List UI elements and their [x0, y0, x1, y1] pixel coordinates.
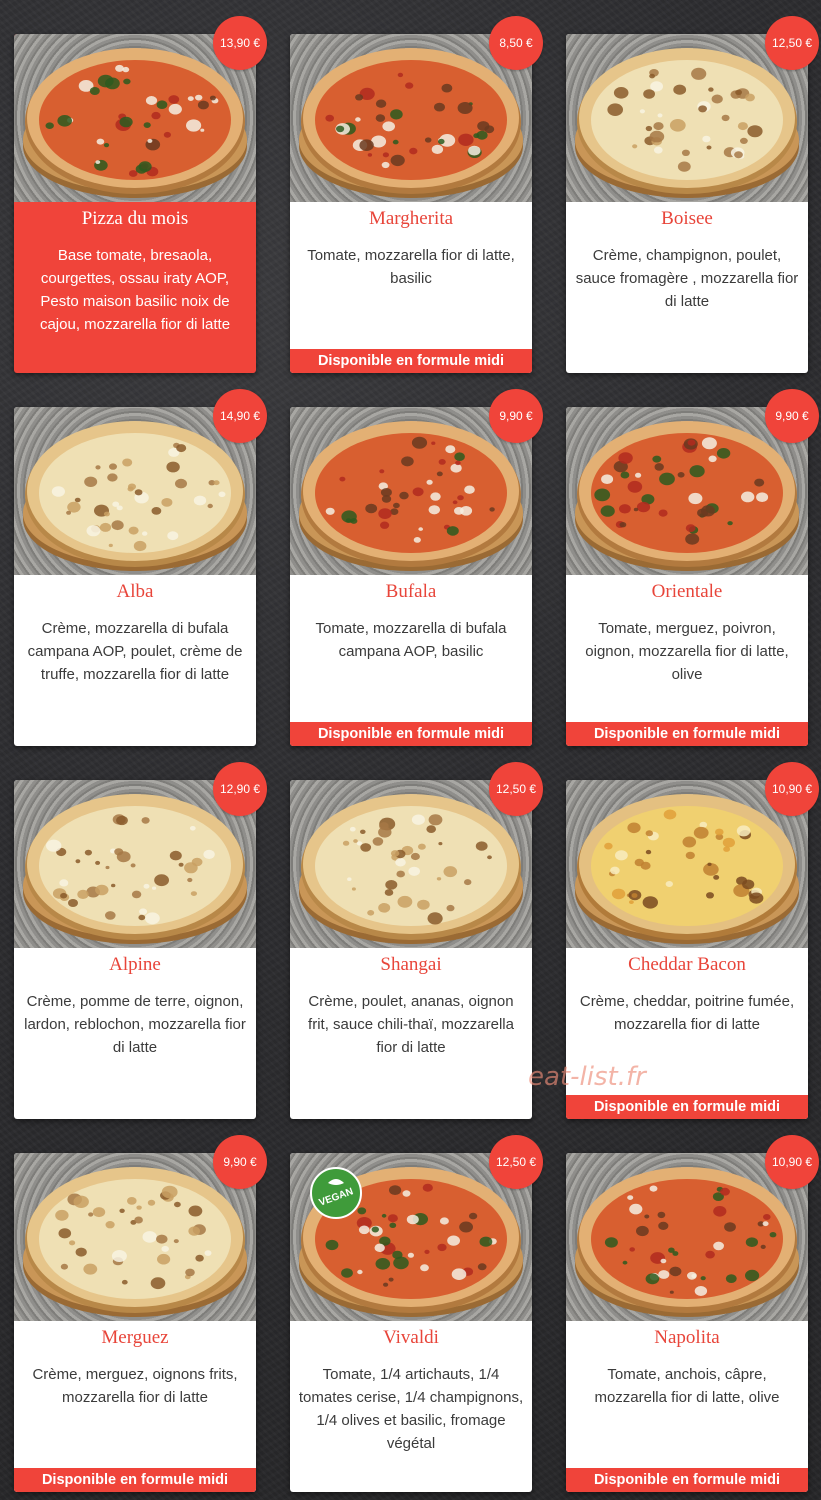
- price-badge: 9,90 €: [489, 389, 543, 443]
- price-badge: 12,50 €: [489, 1135, 543, 1189]
- price-badge: 13,90 €: [213, 16, 267, 70]
- pizza-card-napolita[interactable]: 10,90 € Napolita Tomate, anchois, câpre,…: [566, 1135, 819, 1492]
- price-badge: 10,90 €: [765, 762, 819, 816]
- pizza-name: Pizza du mois: [81, 208, 189, 229]
- pizza-name: Orientale: [651, 581, 723, 602]
- formule-midi-banner: Disponible en formule midi: [290, 722, 532, 746]
- pizza-name: Alba: [116, 581, 154, 602]
- pizza-description: Crème, mozzarella di bufala campana AOP,…: [27, 620, 243, 683]
- pizza-description: Crème, cheddar, poitrine fumée, mozzarel…: [579, 993, 795, 1033]
- price-badge: 12,50 €: [765, 16, 819, 70]
- pizza-name: Margherita: [368, 208, 454, 229]
- pizza-description: Crème, merguez, oignons frits, mozzarell…: [32, 1366, 238, 1406]
- pizza-description: Tomate, 1/4 artichauts, 1/4 tomates ceri…: [298, 1366, 524, 1452]
- pizza-description: Crème, pomme de terre, oignon, lardon, r…: [24, 993, 246, 1056]
- pizza-description: Tomate, mozzarella fior di latte, basili…: [307, 247, 515, 287]
- pizza-description: Tomate, mozzarella di bufala campana AOP…: [315, 620, 507, 660]
- formule-midi-banner: Disponible en formule midi: [14, 1468, 256, 1492]
- pizza-card-margherita[interactable]: 8,50 € Margherita Tomate, mozzarella fio…: [290, 16, 543, 373]
- pizza-card-merguez[interactable]: 9,90 € Merguez Crème, merguez, oignons f…: [14, 1135, 267, 1492]
- price-badge: 10,90 €: [765, 1135, 819, 1189]
- formule-midi-banner: Disponible en formule midi: [566, 1468, 808, 1492]
- pizza-card-vivaldi[interactable]: 12,50 € Vivaldi Tomate, 1/4 artichauts, …: [290, 1135, 543, 1492]
- pizza-card-shangai[interactable]: 12,50 € Shangai Crème, poulet, ananas, o…: [290, 762, 543, 1119]
- price-badge: 14,90 €: [213, 389, 267, 443]
- pizza-card-boisee[interactable]: 12,50 € Boisee Crème, champignon, poulet…: [566, 16, 819, 373]
- pizza-card-cheddar-bacon[interactable]: 10,90 € Cheddar Bacon Crème, cheddar, po…: [566, 762, 819, 1119]
- pizza-description: Tomate, merguez, poivron, oignon, mozzar…: [585, 620, 789, 683]
- pizza-card-pizza-du-mois[interactable]: 13,90 € Pizza du mois Base tomate, bresa…: [14, 16, 267, 373]
- pizza-card-alba[interactable]: 14,90 € Alba Crème, mozzarella di bufala…: [14, 389, 267, 746]
- pizza-description: Crème, poulet, ananas, oignon frit, sauc…: [308, 993, 514, 1056]
- pizza-card-orientale[interactable]: 9,90 € Orientale Tomate, merguez, poivro…: [566, 389, 819, 746]
- price-badge: 9,90 €: [213, 1135, 267, 1189]
- formule-midi-banner: Disponible en formule midi: [290, 349, 532, 373]
- price-badge: 8,50 €: [489, 16, 543, 70]
- pizza-description: Base tomate, bresaola, courgettes, ossau…: [39, 247, 231, 333]
- pizza-name: Bufala: [385, 581, 437, 602]
- pizza-card-bufala[interactable]: 9,90 € Bufala Tomate, mozzarella di bufa…: [290, 389, 543, 746]
- pizza-description: Crème, champignon, poulet, sauce fromagè…: [575, 247, 799, 310]
- formule-midi-banner: Disponible en formule midi: [566, 1095, 808, 1119]
- pizza-name: Cheddar Bacon: [628, 954, 746, 975]
- pizza-menu-grid: 13,90 € Pizza du mois Base tomate, bresa…: [14, 16, 819, 1492]
- pizza-name: Alpine: [109, 954, 161, 975]
- vegan-badge-icon: VEGAN: [310, 1167, 362, 1219]
- pizza-name: Napolita: [654, 1327, 720, 1348]
- price-badge: 12,50 €: [489, 762, 543, 816]
- pizza-card-alpine[interactable]: 12,90 € Alpine Crème, pomme de terre, oi…: [14, 762, 267, 1119]
- pizza-name: Boisee: [661, 208, 713, 229]
- pizza-name: Vivaldi: [383, 1327, 439, 1348]
- formule-midi-banner: Disponible en formule midi: [566, 722, 808, 746]
- price-badge: 9,90 €: [765, 389, 819, 443]
- pizza-name: Shangai: [380, 954, 442, 975]
- pizza-name: Merguez: [101, 1327, 169, 1348]
- price-badge: 12,90 €: [213, 762, 267, 816]
- pizza-description: Tomate, anchois, câpre, mozzarella fior …: [594, 1366, 780, 1406]
